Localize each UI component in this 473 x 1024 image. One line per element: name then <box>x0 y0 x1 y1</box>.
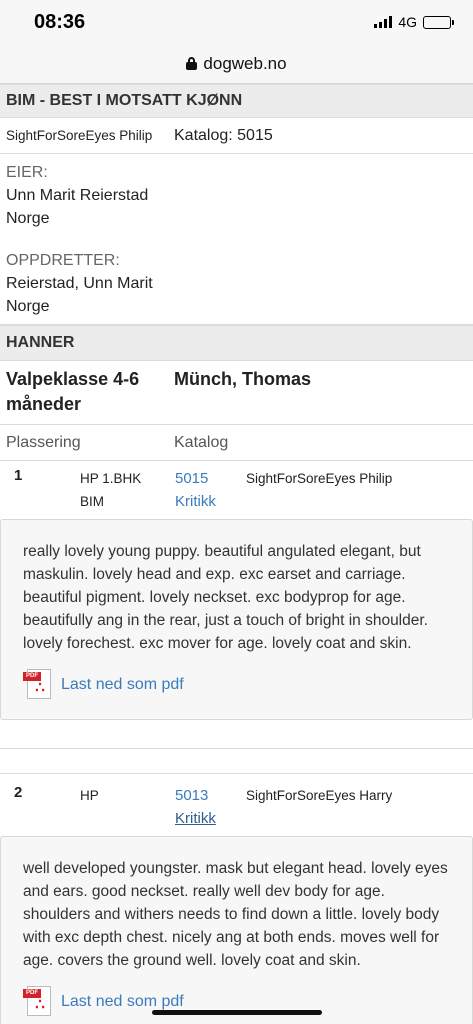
critique-link[interactable]: Kritikk <box>175 490 246 513</box>
download-pdf-label: Last ned som pdf <box>61 675 184 693</box>
result-awards: HP 1.BHK BIM <box>80 467 175 513</box>
status-bar: 08:36 4G <box>0 0 473 44</box>
catalog-number-link[interactable]: 5013 <box>175 784 246 807</box>
column-headers: Plassering Katalog <box>0 425 473 461</box>
battery-icon <box>423 15 454 29</box>
pdf-icon-text: PDF <box>23 989 41 998</box>
breeder-label: OPPDRETTER: <box>6 252 120 269</box>
class-name: Valpeklasse 4-6 måneder <box>6 369 140 414</box>
hanner-title: HANNER <box>6 334 75 351</box>
critique-text: really lovely young puppy. beautiful ang… <box>23 543 428 652</box>
pdf-icon-text: PDF <box>23 672 41 681</box>
result-row: 2 HP 5013 Kritikk SightForSoreEyes Harry <box>0 774 473 830</box>
critique-text: well developed youngster. mask but elega… <box>23 860 448 969</box>
network-type: 4G <box>398 14 417 30</box>
hanner-section-header: HANNER <box>0 325 473 361</box>
owner-name: Unn Marit Reierstad <box>6 187 149 204</box>
result-row: 1 HP 1.BHK BIM 5015 Kritikk SightForSore… <box>0 461 473 513</box>
catalog-number-link[interactable]: 5015 <box>175 467 246 490</box>
cellular-signal-icon <box>374 16 393 28</box>
result-award-line1: HP <box>80 788 99 803</box>
result-catalog: 5013 Kritikk <box>175 784 246 830</box>
result-award-line1: HP 1.BHK <box>80 471 142 486</box>
breeder-country: Norge <box>6 298 50 315</box>
bim-title: BIM - BEST I MOTSATT KJØNN <box>6 92 243 109</box>
col-catalog-header: Katalog <box>174 433 229 451</box>
col-placement-header: Plassering <box>6 433 81 451</box>
result-dog-name: SightForSoreEyes Philip <box>246 471 393 486</box>
bim-catalog: Katalog: 5015 <box>174 126 273 144</box>
result-awards: HP <box>80 784 175 830</box>
owner-country: Norge <box>6 210 50 227</box>
result-place: 2 <box>14 784 23 801</box>
critique-link[interactable]: Kritikk <box>175 807 246 830</box>
judge-name: Münch, Thomas <box>174 369 312 389</box>
owner-breeder-info: EIER: Unn Marit Reierstad Norge OPPDRETT… <box>0 154 473 325</box>
bim-dog-row: SightForSoreEyes Philip Katalog: 5015 <box>0 118 473 154</box>
critique-box: really lovely young puppy. beautiful ang… <box>0 519 473 720</box>
critique-box: well developed youngster. mask but elega… <box>0 836 473 1024</box>
result-dog-name: SightForSoreEyes Harry <box>246 788 393 803</box>
status-indicators: 4G <box>374 14 454 30</box>
result-award-line2: BIM <box>80 494 105 509</box>
bim-section-header: BIM - BEST I MOTSATT KJØNN <box>0 84 473 118</box>
pdf-icon: ∴ PDF <box>23 986 53 1016</box>
breeder-name: Reierstad, Unn Marit <box>6 275 153 292</box>
address-url: dogweb.no <box>203 53 287 73</box>
result-catalog: 5015 Kritikk <box>175 467 246 513</box>
owner-label: EIER: <box>6 164 48 181</box>
class-row: Valpeklasse 4-6 måneder Münch, Thomas <box>0 361 473 425</box>
result-place: 1 <box>14 467 23 484</box>
result-entry: 1 HP 1.BHK BIM 5015 Kritikk SightForSore… <box>0 461 473 749</box>
result-entry: 2 HP 5013 Kritikk SightForSoreEyes Harry… <box>0 773 473 1024</box>
pdf-icon: ∴ PDF <box>23 669 53 699</box>
address-bar[interactable]: dogweb.no <box>0 44 473 84</box>
status-time: 08:36 <box>34 10 86 33</box>
home-indicator[interactable] <box>152 1010 322 1015</box>
lock-icon <box>186 57 198 70</box>
download-pdf-link[interactable]: ∴ PDF Last ned som pdf <box>23 669 450 699</box>
bim-dog-name: SightForSoreEyes Philip <box>6 128 153 143</box>
